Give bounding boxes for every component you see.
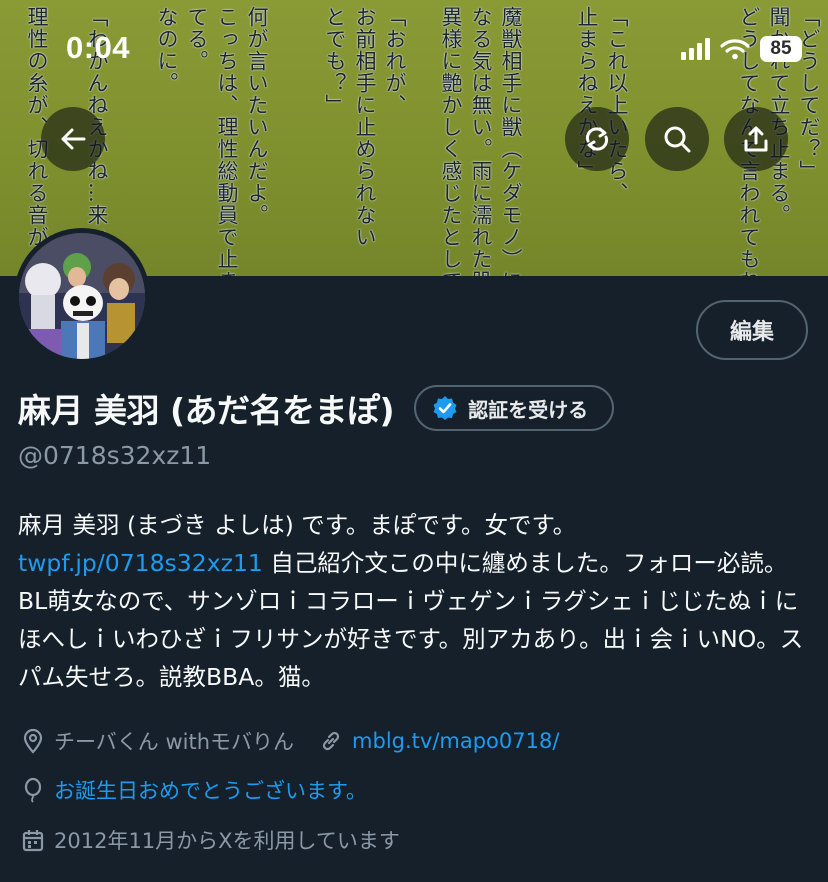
banner-text-column: お前相手に止められない xyxy=(353,6,377,248)
search-button[interactable] xyxy=(645,107,709,171)
banner-text-column: こっちは、理性総動員で止まっ xyxy=(215,6,239,276)
battery-indicator: 85 xyxy=(760,36,802,62)
banner-text-column: 「どうしてだ？」 xyxy=(797,6,821,182)
banner-text-column: てる。 xyxy=(185,6,209,72)
cellular-signal-icon xyxy=(681,38,710,60)
joined-date-text: 2012年11月からXを利用しています xyxy=(54,829,400,853)
status-icons: 85 xyxy=(681,36,802,62)
banner-text-column: なる気は無い。雨に濡れた肌が xyxy=(469,6,493,276)
share-icon xyxy=(744,126,768,152)
banner-text-column: 異様に艶かしく感じたとしても xyxy=(439,6,463,276)
banner-text-column: なのに。 xyxy=(155,6,179,94)
refresh-icon xyxy=(585,127,609,151)
refresh-button[interactable] xyxy=(565,107,629,171)
banner-text-column: 「おれが、 xyxy=(383,6,407,116)
wifi-icon xyxy=(720,39,750,60)
banner-text-column: とでも？」 xyxy=(323,6,347,116)
profile-avatar[interactable] xyxy=(14,228,150,364)
display-name: 麻月 美羽 (あだ名をまぽ) xyxy=(18,391,395,430)
joined-row: 2012年11月からXを利用しています xyxy=(20,825,400,855)
edit-profile-button[interactable]: 編集 xyxy=(696,300,808,360)
banner-text-column: 魔獣相手に獣（ケダモノ）に xyxy=(499,6,523,276)
arrow-left-icon xyxy=(61,128,86,150)
bio-link[interactable]: twpf.jp/0718s32xz11 xyxy=(18,549,263,577)
profile-bio: 麻月 美羽 (まづき よしは) です。まぽです。女です。 twpf.jp/0718… xyxy=(18,506,813,696)
website-link[interactable]: mblg.tv/mapo0718/ xyxy=(352,729,559,753)
verified-badge-icon xyxy=(433,396,457,420)
banner-text-column: 何が言いたいんだよ。 xyxy=(245,6,269,226)
get-verified-label: 認証を受ける xyxy=(468,397,589,422)
birthday-text[interactable]: お誕生日おめでとうございます。 xyxy=(54,775,367,805)
get-verified-button[interactable]: 認証を受ける xyxy=(414,385,615,431)
balloon-icon xyxy=(24,777,42,803)
location-text: チーバくん withモバりん xyxy=(54,730,295,754)
bio-text: 麻月 美羽 (まづき よしは) です。まぽです。女です。 xyxy=(18,511,577,539)
user-handle: @0718s32xz11 xyxy=(18,441,212,470)
location-website-row: チーバくん withモバりん mblg.tv/mapo0718/ xyxy=(20,726,559,756)
avatar-image xyxy=(19,233,145,359)
name-row: 麻月 美羽 (あだ名をまぽ) 認証を受ける xyxy=(18,384,615,432)
location-pin-icon xyxy=(23,728,43,754)
status-time: 0:04 xyxy=(66,30,131,65)
profile-banner[interactable]: 「どうしてだ？」 聞かれて立ち止まる。 どうしてなんて言われてもね。 「これ以上… xyxy=(0,0,828,276)
banner-text-column: 「これ以上いたら、 xyxy=(605,6,629,204)
search-icon xyxy=(664,126,691,153)
calendar-icon xyxy=(22,830,44,852)
back-button[interactable] xyxy=(41,107,105,171)
link-icon xyxy=(322,731,340,751)
birthday-row: お誕生日おめでとうございます。 xyxy=(20,775,367,805)
share-button[interactable] xyxy=(724,107,788,171)
